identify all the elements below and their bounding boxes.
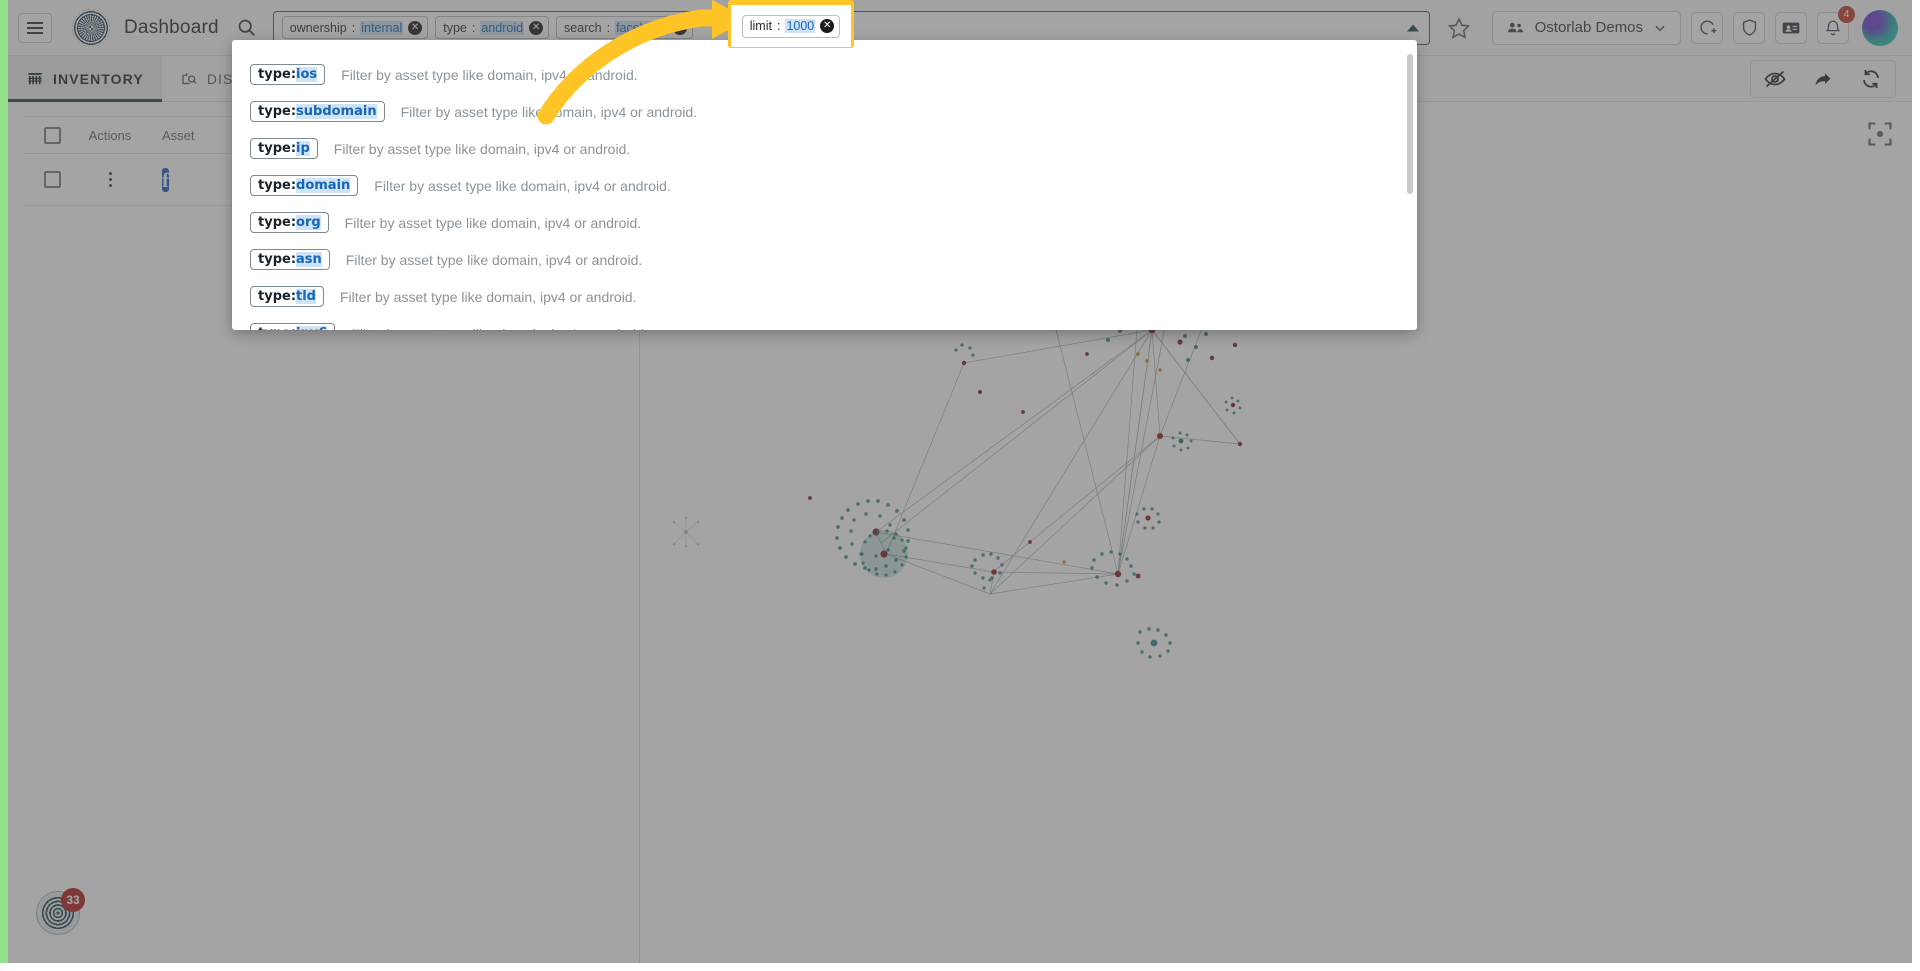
notification-badge: 4 (1838, 5, 1855, 23)
suggestion-chip[interactable]: type:ip (250, 138, 318, 159)
suggestion-chip[interactable]: type:asn (250, 249, 330, 270)
suggestion-item-type-tld[interactable]: type:tld Filter by asset type like domai… (232, 278, 1417, 315)
menu-icon[interactable] (18, 12, 52, 43)
chip-key: limit (749, 19, 772, 33)
suggestion-chip[interactable]: type:tld (250, 286, 324, 307)
suggestion-chip[interactable]: type:subdomain (250, 101, 385, 122)
chip-remove-icon[interactable]: ✕ (672, 20, 687, 35)
ticket-icon[interactable] (1775, 11, 1807, 44)
bookmark-icon[interactable] (1444, 13, 1474, 43)
chip-key: ownership (289, 20, 347, 35)
filter-chip-ownership[interactable]: ownership: internal ✕ (281, 16, 429, 39)
center-graph-icon[interactable] (1866, 120, 1894, 148)
suggestion-chip[interactable]: type:domain (250, 175, 359, 196)
chip-sep: : (606, 20, 611, 35)
share-arrow-icon[interactable] (1801, 63, 1845, 95)
collapse-suggestions-icon[interactable] (1406, 24, 1419, 31)
suggestion-chip[interactable]: type:ipv6 (250, 323, 336, 330)
chip-sep: : (471, 20, 476, 35)
dropdown-scrollbar[interactable] (1407, 54, 1413, 194)
chip-value: internal (360, 20, 404, 35)
suggestion-description: Filter by asset type like domain, ipv4 o… (341, 66, 638, 83)
suggestion-description: Filter by asset type like domain, ipv4 o… (400, 103, 698, 120)
ostorlab-logo (72, 8, 110, 47)
inventory-icon (28, 72, 42, 84)
suggestion-list: type:ios Filter by asset type like domai… (232, 40, 1417, 330)
suggestion-item-type-org[interactable]: type:org Filter by asset type like domai… (232, 204, 1417, 241)
user-avatar[interactable] (1862, 9, 1898, 46)
chip-value: 1000 (785, 19, 816, 33)
filter-chip-type[interactable]: type: android ✕ (435, 16, 550, 39)
shield-icon[interactable] (1733, 11, 1765, 44)
chevron-down-icon (1655, 25, 1665, 31)
facebook-icon: f (162, 167, 169, 192)
vulnerability-count-badge: 33 (61, 888, 85, 912)
suggestion-description: Filter by asset type like domain, ipv4 o… (344, 214, 642, 231)
page-title: Dashboard (124, 16, 219, 38)
row-actions-menu[interactable] (80, 172, 140, 187)
refresh-icon[interactable] (1849, 63, 1893, 95)
eye-off-icon[interactable] (1753, 63, 1797, 95)
chip-remove-icon[interactable]: ✕ (408, 20, 423, 35)
bell-icon[interactable]: 4 (1817, 5, 1855, 44)
suggestion-description: Filter by asset type like domain, ipv4 o… (345, 251, 643, 268)
window-left-edge (0, 0, 8, 963)
window-bottom-edge (0, 963, 1920, 971)
tab-label: INVENTORY (53, 70, 144, 87)
graph-node-isolated (1171, 431, 1193, 452)
header-actions: Actions (88, 127, 132, 143)
suggestion-item-type-ios[interactable]: type:ios Filter by asset type like domai… (232, 56, 1417, 93)
suggestion-description: Filter by asset type like domain, ipv4 o… (333, 140, 631, 157)
suggestion-item-type-asn[interactable]: type:asn Filter by asset type like domai… (232, 241, 1417, 278)
graph-toolbar (1750, 59, 1896, 98)
chip-remove-icon[interactable]: ✕ (820, 19, 835, 33)
filter-suggestions-dropdown[interactable]: type:ios Filter by asset type like domai… (232, 40, 1417, 330)
limit-chip-container: limit:1000 ✕ (731, 5, 851, 47)
kebab-menu-icon[interactable] (80, 172, 140, 187)
suggestion-item-type-subdomain[interactable]: type:subdomain Filter by asset type like… (232, 93, 1417, 130)
chip-key: search (564, 20, 602, 35)
suggestion-chip[interactable]: type:ios (250, 64, 326, 85)
graph-cluster-farleft (859, 529, 908, 578)
chip-sep: : (776, 19, 781, 33)
suggestion-description: Filter by asset type like domain, ipv4 o… (374, 177, 671, 194)
chip-sep: : (351, 20, 356, 35)
filter-chip-search[interactable]: search: facebook ✕ (556, 16, 693, 39)
add-scan-icon[interactable] (1691, 11, 1723, 44)
suggestion-item-type-ip[interactable]: type:ip Filter by asset type like domain… (232, 130, 1417, 167)
filter-chip-limit[interactable]: limit:1000 ✕ (741, 14, 841, 38)
chip-remove-icon[interactable]: ✕ (529, 20, 544, 35)
suggestion-item-type-ipv6[interactable]: type:ipv6 Filter by asset type like doma… (232, 315, 1417, 330)
select-all-cell[interactable] (24, 126, 80, 144)
suggestion-chip[interactable]: type:org (250, 212, 329, 233)
discovery-icon (182, 72, 197, 84)
select-all-checkbox[interactable] (43, 126, 61, 144)
people-icon (1507, 22, 1523, 33)
ostorlab-circuit-logo[interactable]: 33 (36, 888, 85, 935)
window-right-edge (1912, 0, 1920, 963)
row-select-cell[interactable] (24, 171, 80, 188)
suggestion-description: Filter by asset type like domain, ipv4 o… (340, 288, 637, 305)
graph-cluster-faint (672, 516, 700, 548)
suggestion-description: Filter by asset type like domain, ipv4 o… (351, 326, 647, 331)
suggestion-item-type-domain[interactable]: type:domain Filter by asset type like do… (232, 167, 1417, 204)
chip-value: facebook (615, 20, 668, 35)
graph-cluster-mid (970, 550, 1172, 659)
row-checkbox[interactable] (43, 171, 61, 188)
search-icon[interactable] (235, 16, 259, 40)
app-root: Dashboard ownership: internal ✕ type: andr… (0, 0, 1920, 971)
tab-inventory[interactable]: INVENTORY (8, 55, 162, 102)
chip-value: android (480, 20, 525, 35)
org-selector[interactable]: Ostorlab Demos (1491, 10, 1681, 45)
graph-cluster-right (1135, 396, 1242, 530)
chip-key: type (443, 20, 467, 35)
org-name: Ostorlab Demos (1534, 19, 1643, 36)
